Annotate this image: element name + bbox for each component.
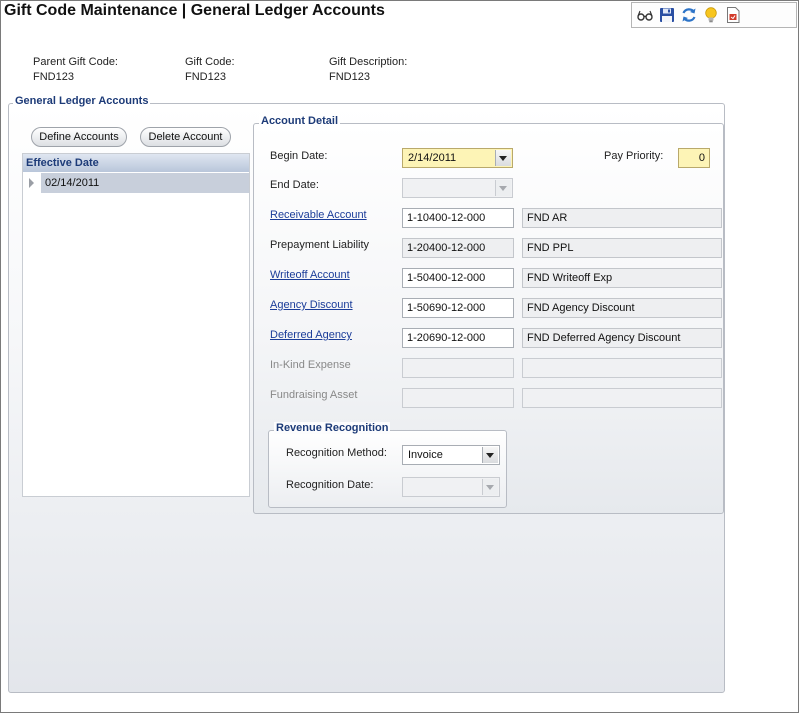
end-date-dropdown[interactable] — [402, 178, 513, 198]
recognition-method-dropdown[interactable]: Invoice — [402, 445, 500, 465]
recognition-method-label: Recognition Method: — [286, 447, 387, 459]
agency-discount-description — [522, 298, 722, 318]
writeoff-account-code-input[interactable] — [402, 268, 514, 288]
receivable-account-link[interactable]: Receivable Account — [270, 209, 367, 221]
parent-gift-code-value: FND123 — [33, 71, 74, 83]
fundraising-asset-label: Fundraising Asset — [270, 389, 358, 401]
chevron-down-icon[interactable] — [482, 479, 498, 495]
gift-code-value: FND123 — [185, 71, 226, 83]
recognition-date-dropdown[interactable] — [402, 477, 500, 497]
toolbar — [631, 2, 797, 28]
chevron-down-icon[interactable] — [495, 150, 511, 166]
deferred-agency-link[interactable]: Deferred Agency — [270, 329, 352, 341]
begin-date-dropdown[interactable]: 2/14/2011 — [402, 148, 513, 168]
effective-date-cell[interactable]: 02/14/2011 — [41, 173, 249, 193]
parent-gift-code-label: Parent Gift Code: — [33, 56, 118, 68]
glasses-icon[interactable] — [636, 6, 654, 24]
account-detail-legend: Account Detail — [259, 115, 341, 127]
effective-date-row[interactable]: 02/14/2011 — [23, 173, 249, 193]
receivable-account-code-input[interactable] — [402, 208, 514, 228]
prepayment-liability-description — [522, 238, 722, 258]
writeoff-account-description — [522, 268, 722, 288]
gift-description-value: FND123 — [329, 71, 370, 83]
fundraising-asset-code-input[interactable] — [402, 388, 514, 408]
expand-arrow-icon[interactable] — [29, 178, 34, 188]
effective-date-column-header[interactable]: Effective Date — [23, 154, 249, 172]
receivable-account-description — [522, 208, 722, 228]
lightbulb-icon[interactable] — [702, 6, 720, 24]
recognition-date-label: Recognition Date: — [286, 479, 374, 491]
save-icon[interactable] — [658, 6, 676, 24]
pay-priority-label: Pay Priority: — [604, 150, 664, 162]
page-title: Gift Code Maintenance | General Ledger A… — [4, 2, 385, 19]
deferred-agency-description — [522, 328, 722, 348]
agency-discount-code-input[interactable] — [402, 298, 514, 318]
deferred-agency-code-input[interactable] — [402, 328, 514, 348]
begin-date-value: 2/14/2011 — [408, 152, 457, 164]
define-accounts-button[interactable]: Define Accounts — [31, 127, 127, 147]
gift-code-label: Gift Code: — [185, 56, 235, 68]
chevron-down-icon[interactable] — [482, 447, 498, 463]
begin-date-label: Begin Date: — [270, 150, 328, 162]
prepayment-liability-label: Prepayment Liability — [270, 239, 370, 251]
general-ledger-accounts-legend: General Ledger Accounts — [13, 95, 151, 107]
writeoff-account-link[interactable]: Writeoff Account — [270, 269, 350, 281]
end-date-label: End Date: — [270, 179, 319, 191]
in-kind-expense-code-input[interactable] — [402, 358, 514, 378]
chevron-down-icon[interactable] — [495, 180, 511, 196]
pay-priority-input[interactable] — [678, 148, 710, 168]
report-icon[interactable] — [724, 6, 742, 24]
revenue-recognition-legend: Revenue Recognition — [274, 422, 391, 434]
in-kind-expense-description — [522, 358, 722, 378]
gift-description-label: Gift Description: — [329, 56, 408, 68]
refresh-icon[interactable] — [680, 6, 698, 24]
effective-date-grid: Effective Date 02/14/2011 — [22, 153, 250, 497]
in-kind-expense-label: In-Kind Expense — [270, 359, 351, 371]
fundraising-asset-description — [522, 388, 722, 408]
recognition-method-value: Invoice — [408, 449, 443, 461]
prepayment-liability-code-input — [402, 238, 514, 258]
delete-account-button[interactable]: Delete Account — [140, 127, 231, 147]
agency-discount-link[interactable]: Agency Discount — [270, 299, 353, 311]
